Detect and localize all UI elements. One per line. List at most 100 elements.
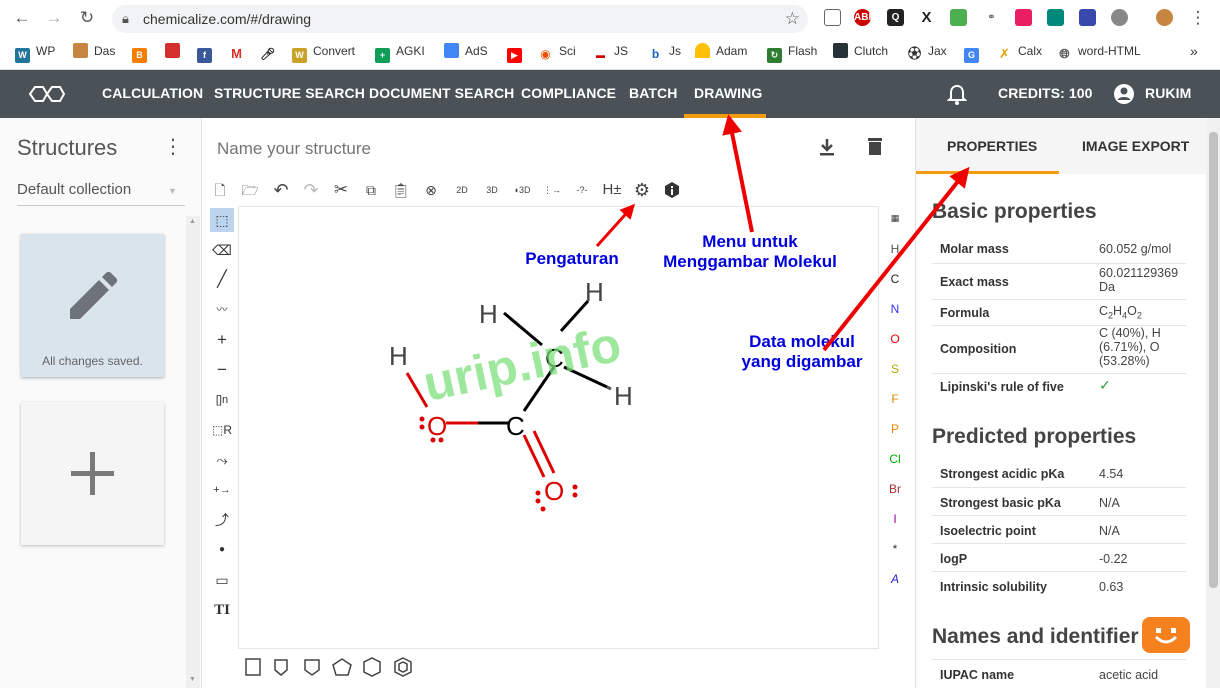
adblock-icon[interactable]: ABP xyxy=(854,9,875,26)
periodic-table-icon[interactable]: ▦ xyxy=(885,210,905,226)
bookmark-item[interactable]: Das xyxy=(73,42,115,60)
select-icon[interactable]: ⬚ xyxy=(210,208,234,232)
add-structure-button[interactable] xyxy=(21,402,164,545)
structure-name-input[interactable] xyxy=(217,134,777,164)
extension-icon[interactable] xyxy=(824,9,841,26)
chemicalize-logo[interactable] xyxy=(26,84,68,104)
rgroup-icon[interactable]: ⬚R xyxy=(210,418,234,442)
bookmark-item[interactable]: W Convert xyxy=(292,42,355,63)
bookmark-item[interactable]: M xyxy=(229,42,250,61)
nav-structure-search[interactable]: STRUCTURE SEARCH xyxy=(214,85,365,101)
element-o[interactable]: O xyxy=(885,331,905,347)
chat-widget-button[interactable] xyxy=(1142,617,1190,653)
drawing-canvas[interactable]: H H C H H O C O urip.info xyxy=(238,206,879,649)
chevron-down-icon[interactable]: ▼ xyxy=(168,186,177,196)
back-icon[interactable]: ← xyxy=(13,9,31,27)
arrange-icon[interactable]: ⋮→ xyxy=(541,179,563,201)
undo-icon[interactable]: ↶ xyxy=(270,179,292,201)
bookmark-item[interactable]: ◉ Sci xyxy=(538,42,576,62)
nav-drawing[interactable]: DRAWING xyxy=(694,85,762,101)
element-i[interactable]: I xyxy=(885,511,905,527)
scrollbar[interactable]: ▲ ▼ xyxy=(186,216,200,688)
sgroup-icon[interactable]: []n xyxy=(210,388,234,412)
more-vert-icon[interactable]: ⋮ xyxy=(163,137,183,157)
copy-icon[interactable]: ⧉ xyxy=(360,179,382,201)
cut-icon[interactable]: ✂ xyxy=(330,179,352,201)
trash-icon[interactable] xyxy=(866,136,884,156)
open-folder-icon[interactable]: 🗁︎ xyxy=(239,179,261,201)
extension-icon[interactable] xyxy=(1079,9,1096,26)
nav-compliance[interactable]: COMPLIANCE xyxy=(521,85,616,101)
bookmark-item[interactable]: B xyxy=(132,42,153,63)
eraser-icon[interactable]: ⌫ xyxy=(210,238,234,262)
bookmark-item[interactable]: W WP xyxy=(15,42,55,63)
forward-icon[interactable]: → xyxy=(45,9,63,27)
element-f[interactable]: F xyxy=(885,391,905,407)
element-h[interactable]: H xyxy=(885,241,905,257)
profile-avatar[interactable] xyxy=(1156,9,1173,26)
bookmark-item[interactable]: f xyxy=(197,42,218,63)
download-icon[interactable] xyxy=(817,137,837,157)
browser-menu-icon[interactable]: ⋮ xyxy=(1189,9,1207,27)
clean-2d-icon[interactable]: 2D xyxy=(451,179,473,201)
single-bond-icon[interactable]: ╱ xyxy=(210,268,234,292)
bookmark-item[interactable]: AdS xyxy=(444,42,488,60)
bookmark-item[interactable]: G xyxy=(964,42,985,63)
bookmark-item[interactable] xyxy=(165,42,186,60)
element-n[interactable]: N xyxy=(885,301,905,317)
bookmark-star-icon[interactable]: ☆ xyxy=(785,9,800,29)
3d-view-icon[interactable]: ◖3D xyxy=(511,179,533,201)
chain-icon[interactable]: 〰 xyxy=(210,298,234,322)
nav-document-search[interactable]: DOCUMENT SEARCH xyxy=(369,85,514,101)
reaction-arrow-icon[interactable]: +→ xyxy=(210,478,234,502)
element-br[interactable]: Br xyxy=(885,481,905,497)
bookmark-item[interactable]: ✗ Calx xyxy=(997,42,1042,61)
bookmark-item[interactable]: ▬ JS xyxy=(593,42,628,63)
paste-icon[interactable]: 📋︎ xyxy=(390,179,412,201)
bookmark-item[interactable]: Clutch xyxy=(833,42,888,60)
element-any[interactable]: * xyxy=(885,541,905,557)
new-file-icon[interactable]: 🗋︎ xyxy=(209,179,231,201)
extension-icon[interactable] xyxy=(1111,9,1128,26)
nav-calculation[interactable]: CALCULATION xyxy=(102,85,203,101)
bookmark-item[interactable]: ▶ xyxy=(507,42,528,63)
element-p[interactable]: P xyxy=(885,421,905,437)
bookmark-item[interactable]: + AGKI xyxy=(375,42,425,63)
zoom-icon[interactable]: ⊗ xyxy=(420,179,442,201)
collection-select[interactable]: Default collection xyxy=(17,181,131,198)
text-tool-icon[interactable]: TI xyxy=(210,598,234,622)
clean-3d-icon[interactable]: 3D xyxy=(481,179,503,201)
scroll-up-icon[interactable]: ▲ xyxy=(189,218,196,225)
bookmark-item[interactable]: ⚽︎ Jax xyxy=(907,42,947,61)
redo-icon[interactable]: ↷ xyxy=(300,179,322,201)
bookmark-item[interactable]: b Js xyxy=(648,42,681,62)
element-cl[interactable]: Cl xyxy=(885,451,905,467)
mapping-icon[interactable]: ⤴ xyxy=(210,508,234,532)
extension-icon[interactable]: X xyxy=(918,9,935,26)
element-c[interactable]: C xyxy=(885,271,905,287)
tab-properties[interactable]: PROPERTIES xyxy=(947,138,1037,154)
extension-icon[interactable] xyxy=(1047,9,1064,26)
bookmark-item[interactable]: 🎤︎ xyxy=(260,42,281,62)
element-a[interactable]: A xyxy=(885,571,905,587)
charge-minus-icon[interactable]: − xyxy=(210,358,234,382)
user-icon[interactable] xyxy=(1113,83,1135,105)
charge-plus-icon[interactable]: + xyxy=(210,328,234,352)
rectangle-icon[interactable]: ▭ xyxy=(210,568,234,592)
extension-icon[interactable] xyxy=(1015,9,1032,26)
bookmark-item[interactable]: ↻ Flash xyxy=(767,42,817,63)
dot-icon[interactable]: ● xyxy=(210,538,234,562)
extension-icon[interactable] xyxy=(950,9,967,26)
structure-card[interactable]: All changes saved. xyxy=(21,234,164,377)
bell-icon[interactable] xyxy=(947,84,967,106)
bookmark-item[interactable]: 🌐︎ word-HTML xyxy=(1057,42,1141,61)
element-s[interactable]: S xyxy=(885,361,905,377)
reload-icon[interactable]: ↻ xyxy=(78,9,96,27)
scroll-down-icon[interactable]: ▼ xyxy=(189,676,196,683)
reaction-icon[interactable]: ⤳ xyxy=(210,448,234,472)
settings-gear-icon[interactable]: ⚙ xyxy=(631,179,653,201)
bookmark-item[interactable]: Adam xyxy=(695,42,747,60)
extension-icon[interactable]: Q xyxy=(887,9,904,26)
hydrogens-icon[interactable]: H± xyxy=(601,179,623,201)
address-bar[interactable]: 🔒︎ chemicalize.com/#/drawing ☆ xyxy=(112,5,808,33)
